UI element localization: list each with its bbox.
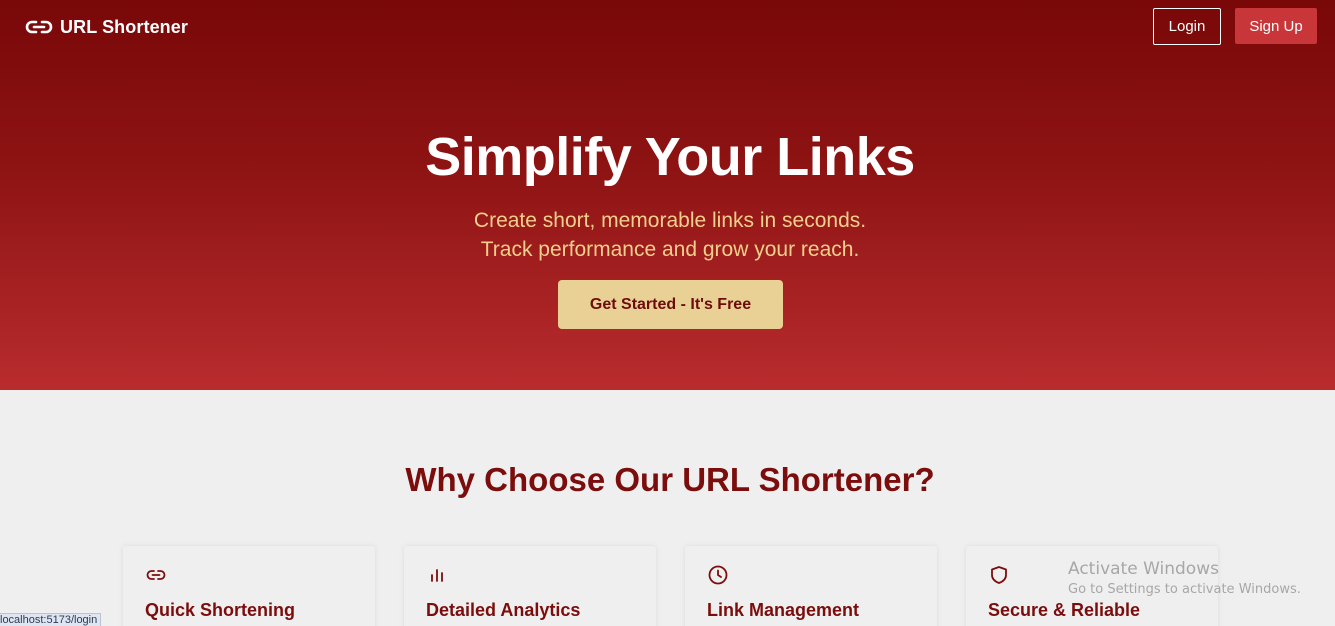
login-button[interactable]: Login: [1153, 8, 1221, 45]
brand-name: URL Shortener: [60, 16, 188, 37]
get-started-button[interactable]: Get Started - It's Free: [558, 280, 783, 329]
link-icon: [145, 564, 167, 586]
hero-subtitle-line2: Track performance and grow your reach.: [480, 238, 860, 261]
feature-card-detailed-analytics: Detailed Analytics: [404, 546, 656, 626]
hero-section: URL Shortener Login Sign Up Simplify You…: [0, 0, 1335, 390]
watermark-subtitle: Go to Settings to activate Windows.: [1068, 582, 1301, 597]
features-heading: Why Choose Our URL Shortener?: [405, 461, 935, 498]
watermark-title: Activate Windows: [1068, 559, 1219, 579]
link-icon: [24, 17, 54, 37]
hero-subtitle-line1: Create short, memorable links in seconds…: [473, 209, 867, 232]
feature-title: Link Management: [707, 600, 860, 620]
clock-icon: [707, 564, 729, 586]
feature-title: Quick Shortening: [145, 600, 296, 620]
bar-chart-icon: [426, 564, 448, 586]
feature-card-quick-shortening: Quick Shortening: [123, 546, 375, 626]
feature-title: Detailed Analytics: [426, 600, 581, 620]
feature-title: Secure & Reliable: [988, 600, 1141, 620]
signup-button[interactable]: Sign Up: [1235, 8, 1317, 44]
shield-icon: [988, 564, 1010, 586]
hero-title: Simplify Your Links: [425, 127, 915, 187]
status-bar-link-preview: localhost:5173/login: [0, 613, 102, 626]
windows-activation-watermark: Activate Windows Go to Settings to activ…: [1068, 558, 1301, 600]
brand-logo[interactable]: URL Shortener: [24, 14, 188, 40]
feature-card-link-management: Link Management: [685, 546, 937, 626]
